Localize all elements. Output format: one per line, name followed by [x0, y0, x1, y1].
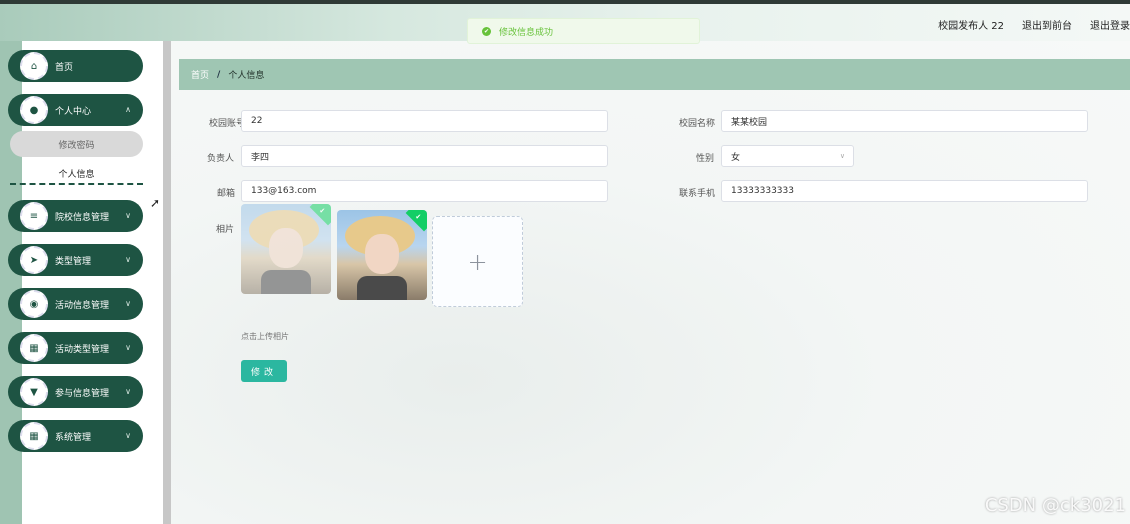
email-label: 邮箱 [216, 189, 235, 199]
chevron-down-icon: ∨ [125, 299, 131, 308]
campus-label: 校园名称 [678, 119, 715, 129]
chevron-down-icon: ∨ [125, 431, 131, 440]
sliders-icon: ≡ [20, 202, 48, 230]
campus-field[interactable]: 某某校园 [721, 110, 1088, 132]
chevron-down-icon: ∨ [125, 387, 131, 396]
email-field[interactable]: 133@163.com [241, 180, 608, 202]
upload-hint: 点击上传相片 [241, 332, 289, 341]
user-icon: ● [20, 96, 48, 124]
photo-label: 相片 [215, 225, 234, 235]
sidebar-divider [163, 41, 171, 524]
toast-message: 修改信息成功 [499, 27, 554, 38]
manager-label: 负责人 [206, 154, 234, 164]
check-circle-icon: ✔ [482, 26, 491, 36]
home-icon: ⌂ [20, 52, 48, 80]
chevron-down-icon: ∨ [125, 343, 131, 352]
sidebar-item-label: 活动类型管理 [55, 344, 110, 355]
phone-field[interactable]: 13333333333 [721, 180, 1088, 202]
sidebar-item-activity-type[interactable]: ▦ 活动类型管理 ∨ [8, 332, 143, 364]
gender-label: 性别 [695, 154, 714, 164]
chevron-down-icon: ∨ [839, 152, 845, 160]
chevron-down-icon: ∨ [125, 211, 131, 220]
sidebar-subitem-profile[interactable]: 个人信息 [10, 163, 143, 185]
sidebar-item-school-info[interactable]: ≡ 院校信息管理 ∨ [8, 200, 143, 232]
sidebar-item-label: 个人中心 [55, 106, 92, 117]
sidebar-item-label: 类型管理 [55, 256, 92, 267]
logout-link[interactable]: 退出登录 [1090, 17, 1130, 32]
chevron-down-icon: ∨ [125, 255, 131, 264]
sidebar-item-label: 首页 [55, 62, 74, 73]
uploaded-photo[interactable]: ✔ [337, 210, 427, 300]
top-actions: 校园发布人 22 退出到前台 退出登录 [938, 17, 1130, 32]
grid-icon: ▦ [20, 334, 48, 362]
sidebar-item-profile-center[interactable]: ● 个人中心 ∧ [8, 94, 143, 126]
success-toast: ✔ 修改信息成功 [467, 18, 700, 44]
sidebar-item-type[interactable]: ➤ 类型管理 ∨ [8, 244, 143, 276]
grid-icon: ▦ [20, 422, 48, 450]
mouse-cursor-icon: ➚ [150, 196, 161, 210]
to-front-link[interactable]: 退出到前台 [1022, 17, 1072, 32]
flag-icon: ▼ [20, 378, 48, 406]
main-content: 首页 / 个人信息 校园账号 22 校园名称 某某校园 负责人 李四 性别 女 … [171, 41, 1130, 524]
uploaded-photo[interactable]: ✔ [241, 204, 331, 294]
breadcrumb-current: 个人信息 [228, 71, 265, 81]
sidebar-item-label: 参与信息管理 [55, 388, 110, 399]
photo-upload-button[interactable]: + [432, 216, 523, 307]
sidebar-subitem-change-password[interactable]: 修改密码 [10, 131, 143, 157]
chevron-up-icon: ∧ [125, 105, 131, 114]
gender-value: 女 [731, 152, 741, 163]
watermark: CSDN @ck3021 [984, 495, 1126, 516]
submit-button[interactable]: 修改 [241, 360, 287, 382]
gender-select[interactable]: 女 ∨ [721, 145, 854, 167]
phone-label: 联系手机 [678, 189, 715, 199]
sidebar-item-label: 院校信息管理 [55, 212, 110, 223]
sidebar-item-home[interactable]: ⌂ 首页 [8, 50, 143, 82]
manager-field[interactable]: 李四 [241, 145, 608, 167]
send-icon: ➤ [20, 246, 48, 274]
account-label: 校园账号 [208, 119, 245, 129]
plus-icon: + [467, 247, 488, 276]
sidebar-item-label: 系统管理 [55, 432, 92, 443]
sidebar-item-label: 活动信息管理 [55, 300, 110, 311]
current-user: 校园发布人 22 [938, 21, 1004, 32]
breadcrumb-home[interactable]: 首页 [191, 68, 209, 81]
breadcrumb: 首页 / 个人信息 [179, 59, 1130, 90]
pin-icon: ◉ [20, 290, 48, 318]
sidebar-item-participation[interactable]: ▼ 参与信息管理 ∨ [8, 376, 143, 408]
breadcrumb-separator: / [217, 69, 221, 80]
sidebar-item-activity-info[interactable]: ◉ 活动信息管理 ∨ [8, 288, 143, 320]
account-field[interactable]: 22 [241, 110, 608, 132]
sidebar-item-system[interactable]: ▦ 系统管理 ∨ [8, 420, 143, 452]
